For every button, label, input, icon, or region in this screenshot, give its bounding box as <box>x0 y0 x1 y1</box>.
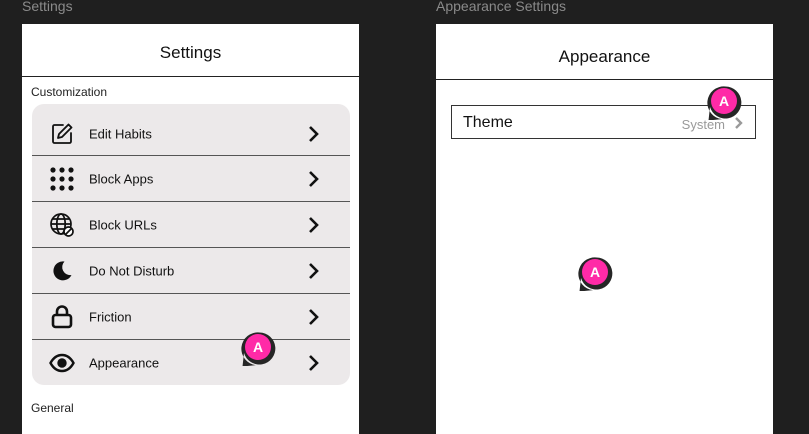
chevron-right-icon <box>309 170 319 187</box>
header-divider <box>436 79 773 80</box>
annotation-marker[interactable]: A <box>577 255 613 292</box>
chevron-right-icon <box>309 354 319 371</box>
settings-item-appearance[interactable]: Appearance <box>32 340 350 385</box>
chevron-right-icon <box>309 308 319 325</box>
marker-label: A <box>718 93 730 109</box>
settings-item-label: Edit Habits <box>89 126 152 141</box>
page-title: Appearance <box>558 47 651 66</box>
marker-label: A <box>252 339 264 355</box>
marker-label: A <box>589 264 601 280</box>
annotation-marker[interactable]: A <box>706 84 742 121</box>
settings-item-block-apps[interactable]: Block Apps <box>32 156 350 201</box>
chevron-right-icon <box>309 125 319 142</box>
settings-item-friction[interactable]: Friction <box>32 294 350 339</box>
chevron-right-icon <box>309 262 319 279</box>
annotation-marker[interactable]: A <box>240 330 276 367</box>
grid-dots-icon <box>48 165 76 193</box>
settings-item-label: Block URLs <box>89 217 157 232</box>
page-title: Settings <box>159 43 222 62</box>
chevron-right-icon <box>309 216 319 233</box>
theme-label: Theme <box>463 114 513 131</box>
eye-icon <box>48 349 76 377</box>
settings-item-label: Block Apps <box>89 171 154 186</box>
settings-item-block-urls[interactable]: Block URLs <box>32 202 350 247</box>
section-label-general: General <box>31 401 74 415</box>
section-label-customization: Customization <box>31 85 108 99</box>
edit-icon <box>48 120 76 148</box>
settings-item-label: Do Not Disturb <box>89 263 175 278</box>
settings-item-label: Appearance <box>89 355 160 370</box>
customization-group: Edit Habits Block Apps Block URLs Do Not… <box>32 104 350 385</box>
settings-item-do-not-disturb[interactable]: Do Not Disturb <box>32 248 350 293</box>
settings-screen: Settings Customization Edit Habits Block… <box>22 24 359 434</box>
globe-blocked-icon <box>48 211 76 239</box>
settings-item-label: Friction <box>89 309 132 324</box>
lock-icon <box>48 303 76 331</box>
frame-caption-settings: Settings <box>22 0 73 14</box>
settings-item-edit-habits[interactable]: Edit Habits <box>32 111 350 156</box>
header-divider <box>22 76 359 77</box>
moon-icon <box>48 257 76 285</box>
frame-caption-appearance: Appearance Settings <box>436 0 566 14</box>
